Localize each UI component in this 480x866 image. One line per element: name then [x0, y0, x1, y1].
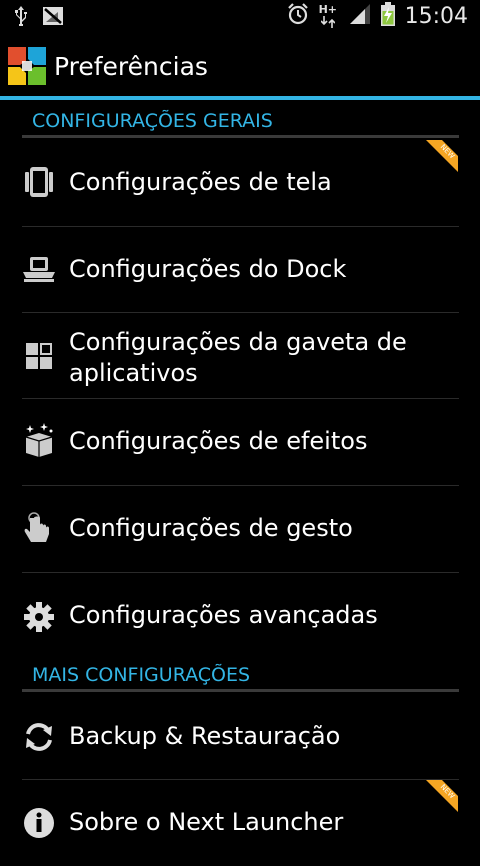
- status-bar: H+ 15:04: [0, 0, 480, 33]
- signal-icon: [349, 3, 371, 29]
- info-icon: [22, 806, 56, 840]
- settings-item-app-drawer[interactable]: Configurações da gaveta de aplicativos: [0, 313, 480, 399]
- settings-item-about[interactable]: Sobre o Next Launcher NEW: [0, 780, 480, 866]
- app-drawer-icon: [22, 339, 56, 373]
- new-badge-icon: NEW: [422, 140, 458, 176]
- settings-item-label: Configurações da gaveta de aplicativos: [69, 328, 407, 387]
- section-divider: [22, 135, 459, 138]
- section-header-more: MAIS CONFIGURAÇÕES: [22, 658, 459, 692]
- new-badge-icon: NEW: [422, 780, 458, 816]
- page-title: Preferências: [54, 52, 208, 81]
- settings-item-label: Sobre o Next Launcher: [69, 808, 344, 836]
- action-bar: Preferências: [0, 33, 480, 99]
- section-header-general: CONFIGURAÇÕES GERAIS: [22, 104, 459, 138]
- refresh-icon: [22, 720, 56, 754]
- settings-item-label: Configurações de gesto: [69, 514, 353, 542]
- action-bar-divider: [0, 96, 480, 100]
- next-launcher-logo-icon[interactable]: [8, 47, 46, 85]
- alarm-icon: [287, 3, 309, 29]
- settings-item-label: Configurações de efeitos: [69, 427, 368, 455]
- settings-item-screen[interactable]: Configurações de tela NEW: [0, 140, 480, 226]
- section-divider: [22, 689, 459, 692]
- clock: 15:04: [404, 3, 468, 29]
- settings-item-label: Configurações avançadas: [69, 601, 378, 629]
- settings-item-gesture[interactable]: Configurações de gesto: [0, 486, 480, 572]
- no-sim-icon: [42, 6, 64, 30]
- network-type-icon: H+: [319, 3, 339, 29]
- settings-item-label: Configurações do Dock: [69, 255, 347, 283]
- settings-item-effects[interactable]: Configurações de efeitos: [0, 399, 480, 485]
- settings-item-label: Backup & Restauração: [69, 722, 341, 750]
- screen-icon: [22, 165, 56, 199]
- settings-item-backup[interactable]: Backup & Restauração: [0, 694, 480, 780]
- usb-icon: [14, 6, 28, 30]
- gesture-icon: [22, 512, 56, 546]
- effects-icon: [22, 423, 56, 457]
- settings-item-dock[interactable]: Configurações do Dock: [0, 227, 480, 313]
- settings-item-advanced[interactable]: Configurações avançadas: [0, 573, 480, 659]
- settings-item-label: Configurações de tela: [69, 168, 332, 196]
- dock-icon: [22, 253, 56, 287]
- battery-charging-icon: [380, 2, 395, 30]
- gear-icon: [22, 600, 56, 634]
